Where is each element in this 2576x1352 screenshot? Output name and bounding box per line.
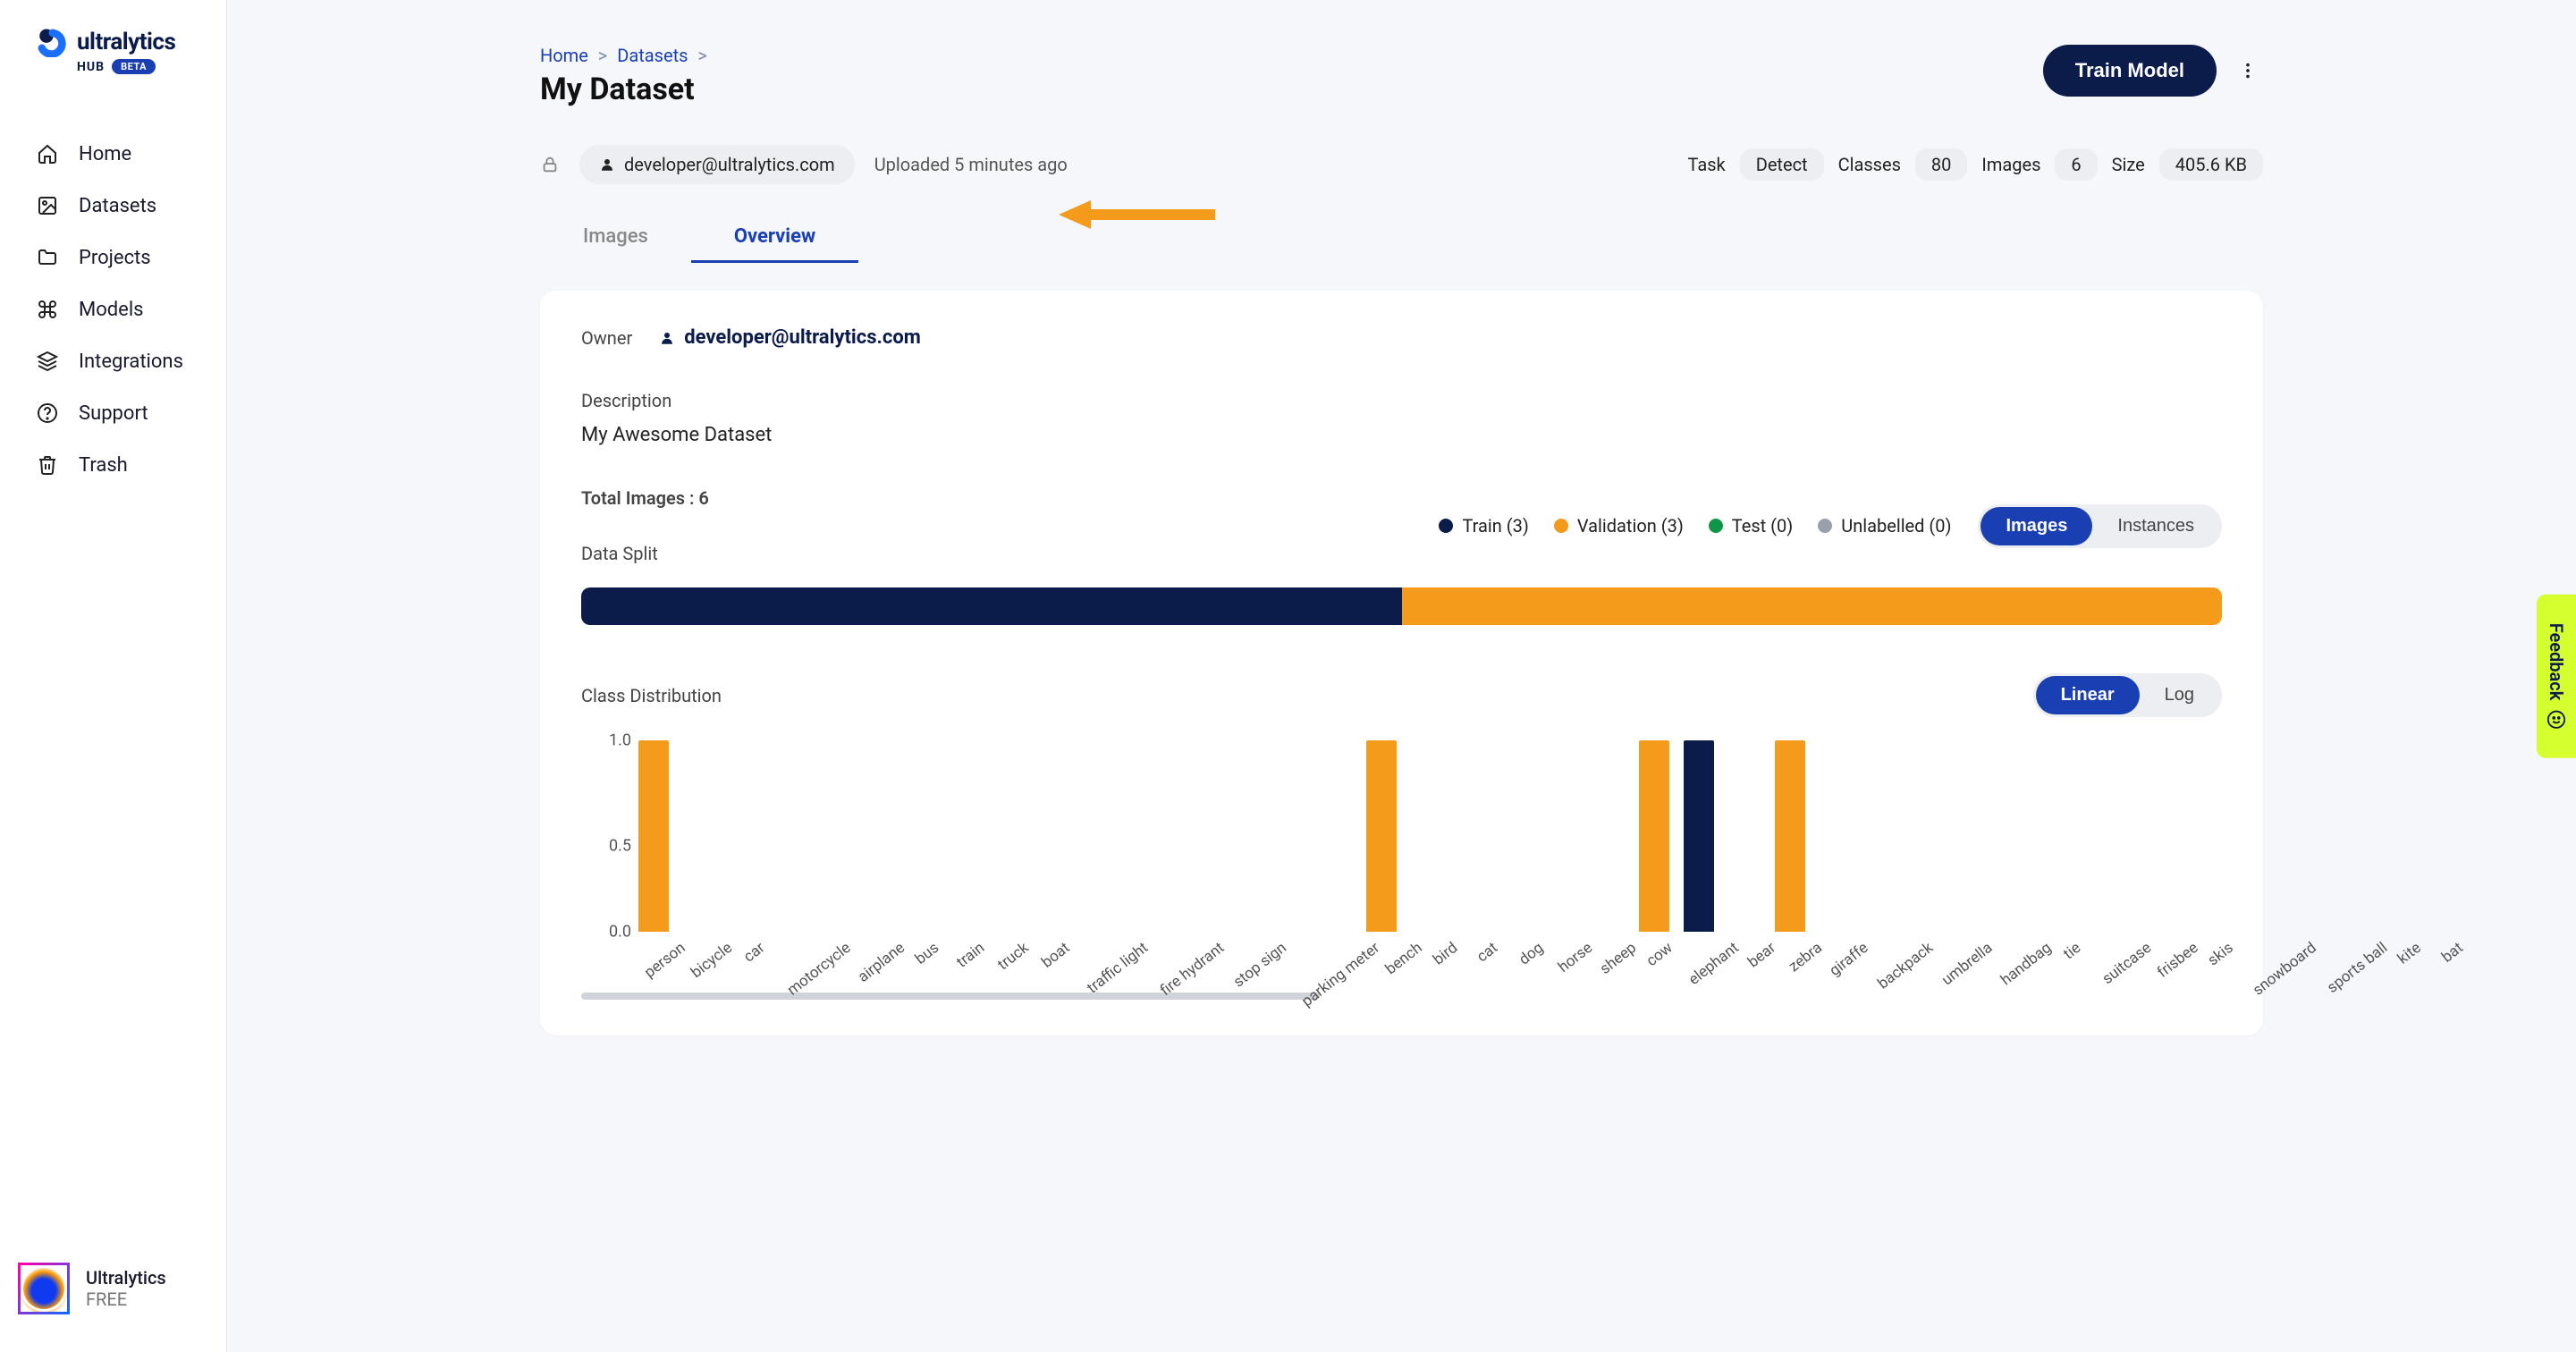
train-model-button[interactable]: Train Model (2043, 45, 2217, 97)
class-distribution-chart: 1.00.50.0 personbicyclecarmotorcycleairp… (581, 740, 2222, 982)
uploaded-time: Uploaded 5 minutes ago (874, 154, 1068, 175)
tab-images[interactable]: Images (540, 213, 691, 263)
beta-badge: BETA (112, 59, 156, 74)
feedback-tab[interactable]: Feedback (2537, 595, 2576, 758)
sidebar-item-home[interactable]: Home (0, 128, 226, 180)
trash-icon (36, 453, 59, 477)
sidebar-item-label: Support (79, 402, 148, 425)
feedback-icon (2546, 709, 2566, 729)
breadcrumb-datasets[interactable]: Datasets (617, 45, 688, 66)
sidebar-item-label: Projects (79, 247, 151, 269)
sidebar-item-projects[interactable]: Projects (0, 232, 226, 283)
split-legend: Train (3) Validation (3) Test (0) Unlabe… (1439, 515, 1951, 537)
bar-dog (1366, 740, 1397, 932)
data-split-bar (581, 587, 2222, 625)
content: Home > Datasets > My Dataset Train Model (227, 0, 2576, 1352)
sidebar-user[interactable]: Ultralytics FREE (0, 1252, 226, 1325)
stat-task: Detect (1740, 148, 1824, 181)
class-dist-label: Class Distribution (581, 685, 722, 706)
sidebar-item-label: Integrations (79, 351, 183, 373)
page-title: My Dataset (540, 72, 713, 107)
chart-plot (631, 740, 2222, 932)
user-icon (659, 330, 675, 346)
split-segment-validation (1402, 587, 2223, 625)
annotation-arrow-icon (1059, 199, 1220, 231)
logo[interactable]: ultralytics HUB BETA (0, 27, 226, 101)
sidebar-item-datasets[interactable]: Datasets (0, 180, 226, 232)
sidebar-item-label: Home (79, 143, 131, 165)
description-value: My Awesome Dataset (581, 424, 2222, 446)
bar-umbrella (1775, 740, 1805, 932)
user-name: Ultralytics (86, 1267, 166, 1289)
sidebar-nav: Home Datasets Projects Models (0, 101, 226, 1252)
stat-images: 6 (2055, 148, 2097, 181)
split-segment-train (581, 587, 1402, 625)
data-split-label: Data Split (581, 543, 709, 564)
bar-giraffe (1684, 740, 1714, 932)
tab-overview[interactable]: Overview (691, 213, 858, 263)
toggle-log-button[interactable]: Log (2140, 676, 2219, 714)
command-icon (36, 298, 59, 321)
more-vertical-icon (2238, 61, 2258, 80)
sidebar-item-models[interactable]: Models (0, 283, 226, 335)
bar-zebra (1639, 740, 1669, 932)
legend-dot-train (1439, 519, 1453, 533)
user-plan: FREE (86, 1289, 166, 1310)
sidebar-item-label: Models (79, 299, 144, 321)
legend-dot-validation (1554, 519, 1568, 533)
breadcrumb-home[interactable]: Home (540, 45, 588, 66)
stat-classes: 80 (1915, 148, 1967, 181)
description-label: Description (581, 390, 2222, 411)
legend-dot-test (1709, 519, 1723, 533)
sidebar-item-trash[interactable]: Trash (0, 439, 226, 491)
y-axis: 1.00.50.0 (581, 740, 631, 932)
scale-toggle: Linear Log (2033, 673, 2222, 717)
brand-name: ultralytics (77, 29, 175, 55)
image-icon (36, 194, 59, 217)
owner-value[interactable]: developer@ultralytics.com (659, 326, 921, 349)
x-axis: personbicyclecarmotorcycleairplanebustra… (631, 932, 2222, 982)
tabs: Images Overview (540, 213, 2263, 264)
legend-dot-unlabelled (1818, 519, 1832, 533)
sidebar: ultralytics HUB BETA Home Datasets (0, 0, 227, 1352)
overview-card: Owner developer@ultralytics.com Descript… (540, 291, 2263, 1035)
layers-icon (36, 350, 59, 373)
avatar (18, 1263, 70, 1314)
toggle-instances-button[interactable]: Instances (2092, 507, 2219, 545)
toggle-linear-button[interactable]: Linear (2036, 676, 2140, 714)
owner-label: Owner (581, 327, 632, 349)
sidebar-item-label: Datasets (79, 195, 156, 217)
brand-sub: HUB (77, 60, 105, 74)
split-toggle: Images Instances (1978, 504, 2222, 548)
sidebar-item-support[interactable]: Support (0, 387, 226, 439)
dataset-stats: Task Detect Classes 80 Images 6 Size 405… (1688, 148, 2263, 181)
sidebar-item-integrations[interactable]: Integrations (0, 335, 226, 387)
toggle-images-button[interactable]: Images (1981, 507, 2092, 545)
user-icon (599, 156, 615, 173)
more-menu-button[interactable] (2233, 55, 2263, 86)
owner-chip[interactable]: developer@ultralytics.com (579, 145, 855, 184)
bar-person (638, 740, 669, 932)
x-label: bat (2438, 939, 2482, 986)
help-icon (36, 401, 59, 425)
total-images-label: Total Images : 6 (581, 487, 709, 509)
breadcrumb: Home > Datasets > (540, 45, 713, 66)
brand-mark-icon (36, 27, 66, 57)
lock-icon (540, 155, 560, 174)
home-icon (36, 142, 59, 165)
stat-size: 405.6 KB (2159, 148, 2263, 181)
sidebar-item-label: Trash (79, 454, 128, 477)
folder-icon (36, 246, 59, 269)
